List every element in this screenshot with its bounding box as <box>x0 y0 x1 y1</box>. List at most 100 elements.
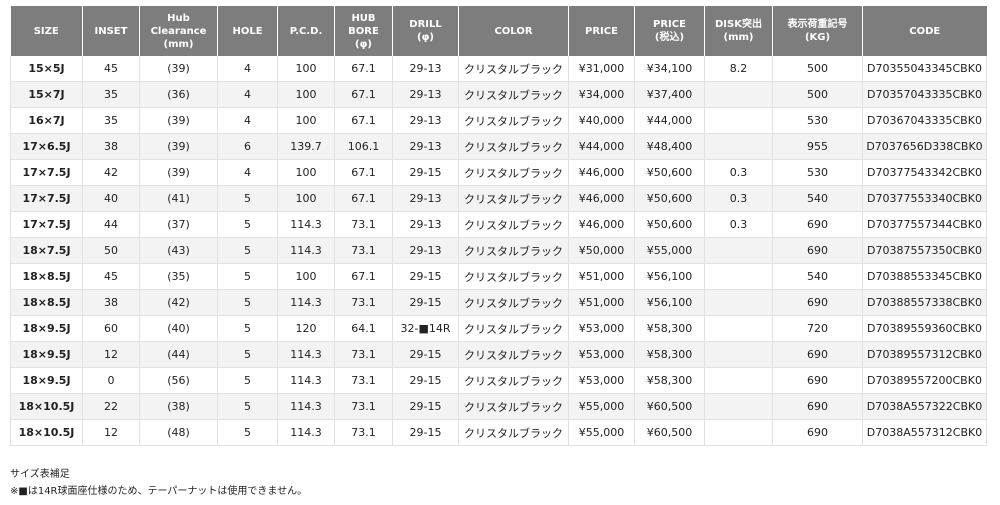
cell-pcd: 114.3 <box>277 367 335 394</box>
cell-hub-clearance: (37) <box>139 211 218 238</box>
table-row: 15×5J 45 (39) 4 100 67.1 29-13 クリスタルブラック ¥31,000… <box>10 56 987 82</box>
cell-hub-bore: 67.1 <box>334 159 393 186</box>
cell-drill: 29-13 <box>392 237 459 264</box>
cell-disk-protrusion <box>704 393 773 420</box>
cell-price: ¥51,000 <box>568 263 635 290</box>
cell-drill: 29-15 <box>392 341 459 368</box>
cell-price: ¥46,000 <box>568 185 635 212</box>
col-header-color: COLOR <box>458 6 569 56</box>
cell-hole: 5 <box>217 263 278 290</box>
col-header-disk-protrusion: DISK突出 (mm) <box>704 6 773 56</box>
notes-title: サイズ表補足 <box>10 469 70 480</box>
cell-hole: 5 <box>217 185 278 212</box>
cell-price-tax: ¥44,000 <box>634 107 705 134</box>
cell-size: 15×5J <box>10 56 83 82</box>
cell-hub-clearance: (39) <box>139 107 218 134</box>
cell-color: クリスタルブラック <box>458 237 569 264</box>
table-row: 18×10.5J 22 (38) 5 114.3 73.1 29-15 クリスタルブラック ¥5… <box>10 393 987 420</box>
cell-pcd: 114.3 <box>277 341 335 368</box>
cell-hub-bore: 73.1 <box>334 237 393 264</box>
cell-hole: 5 <box>217 341 278 368</box>
cell-color: クリスタルブラック <box>458 81 569 108</box>
cell-disk-protrusion <box>704 289 773 316</box>
cell-price: ¥46,000 <box>568 159 635 186</box>
table-row: 17×7.5J 40 (41) 5 100 67.1 29-13 クリスタルブラック ¥46,0… <box>10 185 987 212</box>
cell-disk-protrusion: 0.3 <box>704 211 773 238</box>
cell-color: クリスタルブラック <box>458 263 569 290</box>
cell-inset: 38 <box>82 289 140 316</box>
cell-hub-bore: 67.1 <box>334 107 393 134</box>
cell-color: クリスタルブラック <box>458 393 569 420</box>
col-header-price-tax: PRICE (税込) <box>634 6 705 56</box>
cell-hub-clearance: (38) <box>139 393 218 420</box>
cell-disk-protrusion <box>704 341 773 368</box>
table-row: 18×8.5J 38 (42) 5 114.3 73.1 29-15 クリスタルブラック ¥51… <box>10 289 987 316</box>
cell-drill: 29-13 <box>392 107 459 134</box>
cell-price: ¥53,000 <box>568 367 635 394</box>
cell-color: クリスタルブラック <box>458 56 569 82</box>
cell-size: 17×7.5J <box>10 211 83 238</box>
cell-code: D70355043345CBK0 <box>862 56 987 82</box>
cell-hub-clearance: (48) <box>139 419 218 446</box>
cell-disk-protrusion <box>704 419 773 446</box>
cell-hole: 5 <box>217 315 278 342</box>
cell-hole: 5 <box>217 393 278 420</box>
cell-hub-bore: 73.1 <box>334 289 393 316</box>
cell-hole: 5 <box>217 237 278 264</box>
cell-size: 18×10.5J <box>10 393 83 420</box>
cell-size: 18×8.5J <box>10 289 83 316</box>
cell-price-tax: ¥34,100 <box>634 56 705 82</box>
cell-hole: 6 <box>217 133 278 160</box>
cell-code: D70387557350CBK0 <box>862 237 987 264</box>
cell-load-rating: 690 <box>772 237 863 264</box>
cell-pcd: 100 <box>277 159 335 186</box>
cell-hub-clearance: (39) <box>139 56 218 82</box>
table-row: 18×8.5J 45 (35) 5 100 67.1 29-15 クリスタルブラック ¥51,0… <box>10 263 987 290</box>
cell-price-tax: ¥56,100 <box>634 289 705 316</box>
cell-inset: 60 <box>82 315 140 342</box>
cell-drill: 29-15 <box>392 263 459 290</box>
cell-load-rating: 540 <box>772 185 863 212</box>
cell-hub-bore: 73.1 <box>334 393 393 420</box>
cell-drill: 29-15 <box>392 159 459 186</box>
cell-hub-bore: 67.1 <box>334 56 393 82</box>
cell-disk-protrusion: 0.3 <box>704 185 773 212</box>
cell-disk-protrusion <box>704 367 773 394</box>
cell-code: D7038A557312CBK0 <box>862 419 987 446</box>
cell-pcd: 120 <box>277 315 335 342</box>
wheel-size-table: SIZE INSET Hub Clearance (mm) HOLE P.C.D… <box>10 6 987 446</box>
table-row: 15×7J 35 (36) 4 100 67.1 29-13 クリスタルブラック ¥34,000… <box>10 81 987 108</box>
cell-disk-protrusion: 8.2 <box>704 56 773 82</box>
cell-inset: 12 <box>82 341 140 368</box>
cell-drill: 29-13 <box>392 133 459 160</box>
cell-code: D70389559360CBK0 <box>862 315 987 342</box>
cell-load-rating: 500 <box>772 56 863 82</box>
cell-inset: 38 <box>82 133 140 160</box>
page: SIZE INSET Hub Clearance (mm) HOLE P.C.D… <box>0 0 1000 505</box>
cell-pcd: 114.3 <box>277 419 335 446</box>
cell-inset: 22 <box>82 393 140 420</box>
cell-hub-clearance: (42) <box>139 289 218 316</box>
cell-hub-bore: 67.1 <box>334 185 393 212</box>
col-header-hub-clearance: Hub Clearance (mm) <box>139 6 218 56</box>
cell-pcd: 114.3 <box>277 289 335 316</box>
col-header-hole: HOLE <box>217 6 278 56</box>
cell-hub-bore: 73.1 <box>334 419 393 446</box>
cell-size: 15×7J <box>10 81 83 108</box>
col-header-load-rating: 表示荷重記号 (KG) <box>772 6 863 56</box>
cell-size: 17×6.5J <box>10 133 83 160</box>
cell-color: クリスタルブラック <box>458 133 569 160</box>
cell-hole: 4 <box>217 81 278 108</box>
cell-price-tax: ¥50,600 <box>634 159 705 186</box>
cell-color: クリスタルブラック <box>458 315 569 342</box>
col-header-size: SIZE <box>10 6 83 56</box>
table-row: 18×9.5J 12 (44) 5 114.3 73.1 29-15 クリスタルブラック ¥53… <box>10 341 987 368</box>
cell-disk-protrusion <box>704 133 773 160</box>
cell-hub-bore: 106.1 <box>334 133 393 160</box>
cell-pcd: 114.3 <box>277 393 335 420</box>
cell-code: D7038A557322CBK0 <box>862 393 987 420</box>
cell-price: ¥53,000 <box>568 315 635 342</box>
cell-price-tax: ¥58,300 <box>634 315 705 342</box>
cell-price: ¥31,000 <box>568 56 635 82</box>
table-row: 17×7.5J 44 (37) 5 114.3 73.1 29-13 クリスタルブラック ¥46… <box>10 211 987 238</box>
